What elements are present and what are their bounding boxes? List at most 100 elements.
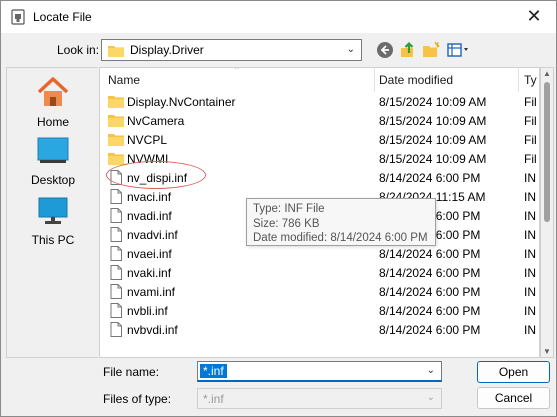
title-bar: Locate File ✕ bbox=[1, 1, 556, 33]
close-button[interactable]: ✕ bbox=[512, 1, 556, 32]
file-icon bbox=[110, 227, 122, 242]
cancel-button[interactable]: Cancel bbox=[477, 387, 550, 409]
folder-icon bbox=[108, 45, 124, 57]
chevron-down-icon: ⌄ bbox=[346, 44, 355, 55]
tooltip-date: Date modified: 8/14/2024 6:00 PM bbox=[253, 232, 428, 244]
desktop-icon bbox=[37, 137, 69, 163]
view-menu-icon[interactable] bbox=[447, 41, 473, 59]
file-type: IN bbox=[524, 171, 536, 185]
file-name: nvaei.inf bbox=[127, 247, 172, 261]
file-type: Fil bbox=[524, 95, 537, 109]
file-icon bbox=[110, 265, 122, 280]
file-name: nvbli.inf bbox=[127, 304, 168, 318]
place-this-pc-label: This PC bbox=[31, 233, 75, 247]
file-name: nvadi.inf bbox=[127, 209, 172, 223]
scroll-thumb[interactable] bbox=[544, 82, 550, 222]
place-home[interactable]: Home bbox=[7, 76, 99, 129]
chevron-down-icon: ⌄ bbox=[426, 392, 435, 403]
file-type: IN bbox=[524, 190, 536, 204]
place-desktop[interactable]: Desktop bbox=[7, 136, 99, 187]
file-name-label: File name: bbox=[103, 365, 160, 379]
up-folder-icon[interactable] bbox=[399, 41, 417, 59]
annotation-circle bbox=[106, 161, 206, 189]
column-name[interactable]: Name bbox=[108, 73, 140, 87]
column-date-modified[interactable]: Date modified bbox=[379, 73, 453, 87]
window-title: Locate File bbox=[33, 10, 92, 24]
sort-ascending-icon: ⌃ bbox=[233, 67, 241, 75]
tooltip-size: Size: 786 KB bbox=[253, 217, 320, 230]
file-icon bbox=[110, 246, 122, 261]
file-info-tooltip: Type: INF File Size: 786 KB Date modifie… bbox=[246, 198, 436, 246]
file-name: NvCamera bbox=[127, 114, 185, 128]
back-arrow-icon[interactable] bbox=[376, 41, 394, 59]
file-date: 8/15/2024 10:09 AM bbox=[379, 152, 487, 166]
file-row[interactable]: nvaki.inf 8/14/2024 6:00 PM IN bbox=[100, 263, 539, 282]
file-row[interactable]: nvaei.inf 8/14/2024 6:00 PM IN bbox=[100, 244, 539, 263]
look-in-dropdown[interactable]: Display.Driver ⌄ bbox=[101, 39, 362, 61]
file-name: nvbvdi.inf bbox=[127, 323, 178, 337]
file-type: Fil bbox=[524, 152, 537, 166]
scroll-up-icon[interactable]: ▲ bbox=[543, 69, 551, 78]
open-button[interactable]: Open bbox=[477, 361, 550, 383]
file-row[interactable]: nvami.inf 8/14/2024 6:00 PM IN bbox=[100, 282, 539, 301]
file-name: NVCPL bbox=[127, 133, 168, 147]
file-date: 8/14/2024 6:00 PM bbox=[379, 171, 481, 185]
file-row[interactable]: NvCamera 8/15/2024 10:09 AM Fil bbox=[100, 111, 539, 130]
file-icon bbox=[110, 284, 122, 299]
scroll-down-icon[interactable]: ▼ bbox=[543, 347, 551, 356]
file-type: Fil bbox=[524, 114, 537, 128]
file-row[interactable]: Display.NvContainer 8/15/2024 10:09 AM Fil bbox=[100, 92, 539, 111]
file-date: 8/14/2024 6:00 PM bbox=[379, 266, 481, 280]
folder-icon bbox=[108, 115, 124, 127]
new-folder-icon[interactable] bbox=[422, 41, 440, 59]
file-name: nvadvi.inf bbox=[127, 228, 178, 242]
file-icon bbox=[110, 189, 122, 204]
file-name-value: *.inf bbox=[200, 364, 227, 378]
files-of-type-dropdown[interactable]: *.inf ⌄ bbox=[197, 388, 442, 409]
file-date: 8/14/2024 6:00 PM bbox=[379, 323, 481, 337]
files-of-type-label: Files of type: bbox=[103, 392, 172, 406]
file-list-header: ⌃ Name Date modified Ty bbox=[100, 67, 539, 92]
file-icon bbox=[110, 322, 122, 337]
file-row[interactable]: NVCPL 8/15/2024 10:09 AM Fil bbox=[100, 130, 539, 149]
vertical-scrollbar[interactable]: ▲ ▼ bbox=[540, 67, 554, 358]
file-name: nvami.inf bbox=[127, 285, 176, 299]
file-type: IN bbox=[524, 304, 536, 318]
app-icon bbox=[11, 9, 25, 25]
file-icon bbox=[110, 208, 122, 223]
chevron-down-icon[interactable]: ⌄ bbox=[427, 365, 435, 376]
file-icon bbox=[110, 303, 122, 318]
tooltip-type: Type: INF File bbox=[253, 203, 325, 215]
file-date: 8/15/2024 10:09 AM bbox=[379, 95, 487, 109]
file-type: IN bbox=[524, 323, 536, 337]
folder-icon bbox=[108, 134, 124, 146]
column-divider[interactable] bbox=[374, 68, 375, 92]
file-name: Display.NvContainer bbox=[127, 95, 236, 109]
column-type[interactable]: Ty bbox=[524, 73, 537, 87]
home-icon bbox=[37, 77, 69, 106]
file-type: Fil bbox=[524, 133, 537, 147]
file-row[interactable]: nvbvdi.inf 8/14/2024 6:00 PM IN bbox=[100, 320, 539, 339]
places-bar: Home Desktop This PC bbox=[6, 67, 98, 358]
file-type: IN bbox=[524, 228, 536, 242]
place-this-pc[interactable]: This PC bbox=[7, 196, 99, 247]
file-date: 8/15/2024 10:09 AM bbox=[379, 133, 487, 147]
column-divider[interactable] bbox=[518, 68, 519, 92]
file-date: 8/14/2024 6:00 PM bbox=[379, 247, 481, 261]
file-name: nvaci.inf bbox=[127, 190, 172, 204]
look-in-value: Display.Driver bbox=[130, 43, 204, 57]
file-row[interactable]: nvbli.inf 8/14/2024 6:00 PM IN bbox=[100, 301, 539, 320]
file-date: 8/14/2024 6:00 PM bbox=[379, 285, 481, 299]
file-name: nvaki.inf bbox=[127, 266, 172, 280]
place-desktop-label: Desktop bbox=[30, 173, 76, 187]
this-pc-icon bbox=[38, 197, 68, 224]
place-home-label: Home bbox=[36, 115, 69, 129]
file-name-input[interactable]: *.inf ⌄ bbox=[197, 361, 442, 382]
file-type: IN bbox=[524, 247, 536, 261]
locate-file-dialog: Locate File ✕ Look in: Display.Driver ⌄ bbox=[0, 0, 557, 417]
file-date: 8/14/2024 6:00 PM bbox=[379, 304, 481, 318]
file-type: IN bbox=[524, 285, 536, 299]
folder-icon bbox=[108, 96, 124, 108]
file-type: IN bbox=[524, 266, 536, 280]
file-date: 8/15/2024 10:09 AM bbox=[379, 114, 487, 128]
